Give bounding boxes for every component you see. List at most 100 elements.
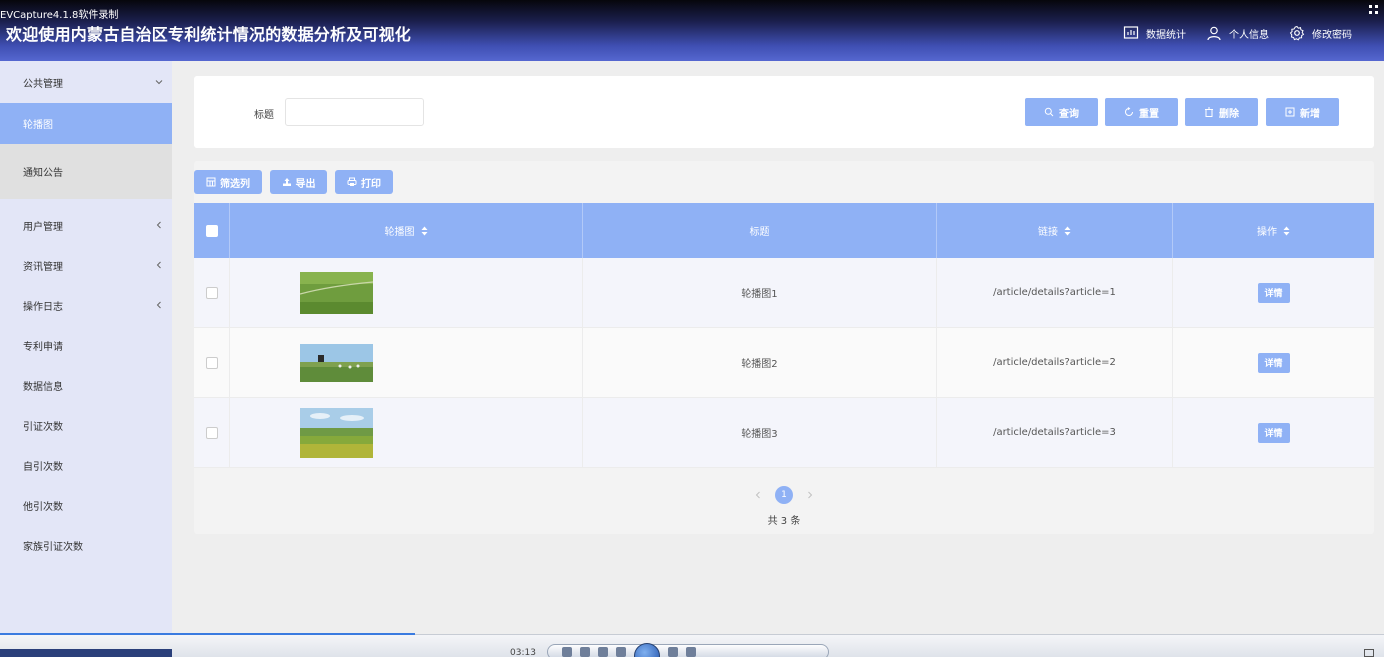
row-checkbox[interactable] — [205, 286, 218, 299]
nav-profile[interactable]: 个人信息 — [1206, 25, 1269, 41]
total-count: 共 3 条 — [767, 516, 801, 527]
recorder-label: EVCapture4.1.8软件录制 — [0, 10, 119, 21]
sidebar-item-patent-application[interactable]: 专利申请 — [0, 325, 172, 365]
play-icon[interactable] — [634, 643, 660, 657]
filter-columns-button[interactable]: 筛选列 — [194, 170, 262, 194]
chevron-left-icon — [156, 301, 161, 309]
sidebar-item-news-management[interactable]: 资讯管理 — [0, 245, 172, 285]
nav-data-stats[interactable]: 数据统计 — [1123, 25, 1186, 41]
pause-icon[interactable] — [562, 647, 572, 657]
sidebar-item-other-citation[interactable]: 他引次数 — [0, 485, 172, 525]
print-label: 打印 — [361, 178, 381, 190]
row-title: 轮播图1 — [583, 258, 937, 327]
column-header-image[interactable]: 轮播图 — [230, 203, 583, 258]
table-container: 筛选列 导出 打印 轮播图 标题 链接 操作 轮播图1 /article/det… — [194, 161, 1374, 534]
reset-button-label: 重置 — [1139, 108, 1159, 120]
carousel-thumbnail — [299, 343, 373, 382]
add-button[interactable]: 新增 — [1266, 98, 1339, 126]
table-row: 轮播图2 /article/details?article=2 详情 — [194, 328, 1374, 398]
query-button[interactable]: 查询 — [1025, 98, 1098, 126]
sidebar-item-label: 资讯管理 — [23, 261, 63, 273]
delete-button[interactable]: 删除 — [1185, 98, 1258, 126]
sidebar-item-public-management[interactable]: 公共管理 — [0, 61, 172, 103]
add-button-label: 新增 — [1300, 108, 1320, 120]
row-checkbox[interactable] — [205, 426, 218, 439]
column-header-label: 轮播图 — [384, 227, 415, 238]
export-label: 导出 — [295, 178, 316, 190]
detail-button[interactable]: 详情 — [1257, 422, 1290, 443]
sort-icon — [1064, 226, 1071, 235]
chevron-left-icon[interactable] — [753, 490, 763, 500]
export-button[interactable]: 导出 — [270, 170, 327, 194]
sidebar-item-notices[interactable]: 通知公告 — [0, 144, 172, 199]
carousel-thumbnail — [299, 271, 373, 314]
sidebar-item-self-citation[interactable]: 自引次数 — [0, 445, 172, 485]
sidebar-item-carousel[interactable]: 轮播图 — [0, 103, 172, 144]
sort-icon — [1283, 226, 1290, 235]
row-title: 轮播图2 — [583, 328, 937, 397]
export-icon — [282, 178, 291, 186]
row-link: /article/details?article=2 — [937, 328, 1173, 397]
user-icon — [1207, 26, 1221, 41]
rewind-icon[interactable] — [616, 647, 626, 657]
sidebar-item-family-citation[interactable]: 家族引证次数 — [0, 525, 172, 565]
sidebar-item-label: 专利申请 — [23, 341, 63, 353]
volume-icon[interactable] — [686, 647, 696, 657]
columns-icon — [206, 177, 216, 187]
sidebar-item-operation-log[interactable]: 操作日志 — [0, 285, 172, 325]
page-number[interactable]: 1 — [775, 486, 793, 504]
fullscreen-icon[interactable] — [1364, 649, 1374, 657]
pagination: 1 — [194, 486, 1374, 504]
row-title: 轮播图3 — [583, 398, 937, 467]
row-link: /article/details?article=3 — [937, 398, 1173, 467]
sidebar-item-label: 数据信息 — [23, 381, 63, 393]
page-title: 欢迎使用内蒙古自治区专利统计情况的数据分析及可视化 — [6, 25, 412, 44]
detail-button[interactable]: 详情 — [1257, 352, 1290, 373]
row-checkbox[interactable] — [205, 356, 218, 369]
select-all-checkbox[interactable] — [205, 224, 218, 237]
playback-time: 03:13 — [510, 648, 536, 657]
print-icon — [347, 177, 357, 186]
row-link: /article/details?article=1 — [937, 258, 1173, 327]
reset-button[interactable]: 重置 — [1105, 98, 1178, 126]
main-content: 标题 查询 重置 删除 新增 筛选列 导出 打印 轮播图 标题 链接 操作 轮播… — [172, 61, 1384, 634]
camera-icon[interactable] — [580, 647, 590, 657]
search-icon — [1044, 107, 1054, 117]
carousel-thumbnail — [299, 407, 373, 458]
nav-change-password[interactable]: 修改密码 — [1289, 25, 1352, 41]
delete-button-label: 删除 — [1219, 108, 1239, 120]
grip-icon[interactable] — [1368, 4, 1380, 16]
taskbar-strip — [0, 649, 172, 657]
chevron-right-icon[interactable] — [805, 490, 815, 500]
sidebar-item-label: 家族引证次数 — [23, 541, 83, 553]
search-panel: 标题 查询 重置 删除 新增 — [194, 76, 1374, 148]
chevron-left-icon — [156, 221, 161, 229]
sidebar-item-user-management[interactable]: 用户管理 — [0, 205, 172, 245]
nav-data-stats-label: 数据统计 — [1146, 29, 1186, 41]
table-header: 轮播图 标题 链接 操作 — [194, 203, 1374, 258]
forward-icon[interactable] — [668, 647, 678, 657]
column-header-link[interactable]: 链接 — [937, 203, 1173, 258]
playback-progress[interactable] — [0, 633, 415, 635]
print-button[interactable]: 打印 — [335, 170, 393, 194]
sidebar-item-citation-count[interactable]: 引证次数 — [0, 405, 172, 445]
title-search-input[interactable] — [285, 98, 424, 126]
column-header-title: 标题 — [583, 203, 937, 258]
query-button-label: 查询 — [1059, 108, 1079, 120]
gear-icon — [1289, 25, 1305, 41]
sidebar: 公共管理 轮播图 通知公告 用户管理 资讯管理 操作日志 专利申请 数据信息 引… — [0, 61, 172, 634]
trash-icon — [1205, 107, 1213, 117]
header-nav: 数据统计 个人信息 修改密码 — [1123, 25, 1352, 41]
chevron-left-icon — [156, 261, 161, 269]
table-row: 轮播图1 /article/details?article=1 详情 — [194, 258, 1374, 328]
column-header-actions[interactable]: 操作 — [1173, 203, 1374, 258]
sidebar-item-label: 引证次数 — [23, 421, 63, 433]
stop-icon[interactable] — [598, 647, 608, 657]
sidebar-item-label: 公共管理 — [23, 78, 63, 90]
sidebar-item-data-info[interactable]: 数据信息 — [0, 365, 172, 405]
sidebar-item-label: 用户管理 — [23, 221, 63, 233]
nav-profile-label: 个人信息 — [1229, 29, 1269, 41]
select-all-cell — [194, 203, 230, 258]
chevron-down-icon — [155, 80, 163, 85]
detail-button[interactable]: 详情 — [1257, 282, 1290, 303]
